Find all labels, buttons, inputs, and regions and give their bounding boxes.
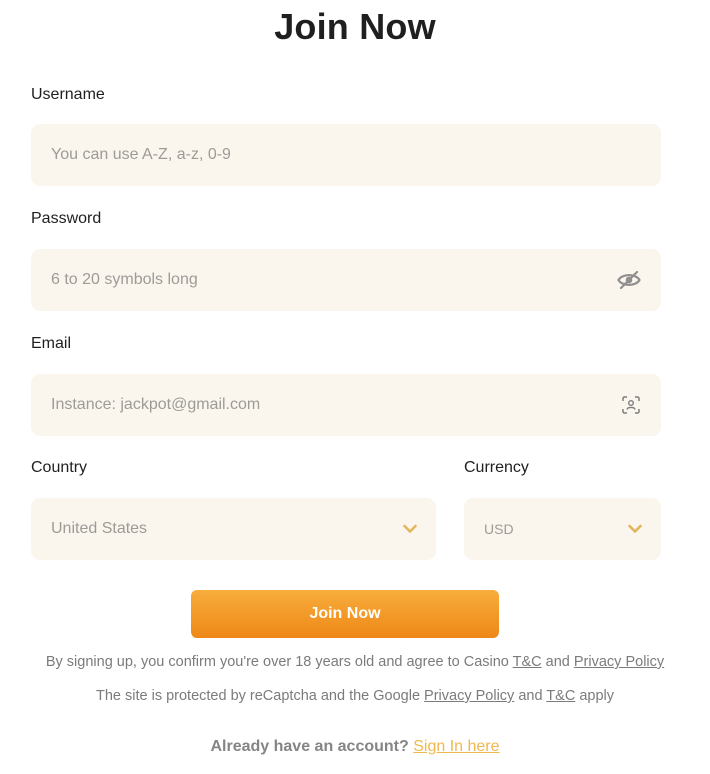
- chevron-down-icon: [628, 524, 642, 534]
- country-select[interactable]: United States: [31, 498, 436, 560]
- password-field-container: [31, 249, 661, 311]
- terms-tc-link[interactable]: T&C: [513, 654, 542, 670]
- recaptcha-text: The site is protected by reCaptcha and t…: [0, 688, 710, 704]
- currency-label: Currency: [464, 459, 529, 476]
- username-label: Username: [31, 86, 105, 103]
- username-field-container: [31, 124, 661, 186]
- email-field-container: [31, 374, 661, 436]
- recaptcha-prefix: The site is protected by reCaptcha and t…: [95, 688, 425, 704]
- eye-slash-icon[interactable]: [617, 270, 641, 290]
- sign-in-link[interactable]: Sign In here: [413, 738, 499, 755]
- recaptcha-tc-link[interactable]: T&C: [546, 688, 575, 704]
- signin-prompt: Already have an account? Sign In here: [0, 738, 710, 756]
- username-input[interactable]: [51, 124, 611, 186]
- email-input[interactable]: [51, 374, 611, 436]
- terms-and: and: [541, 654, 574, 670]
- join-now-button[interactable]: Join Now: [191, 590, 499, 638]
- signin-question: Already have an account?: [210, 738, 409, 755]
- email-label: Email: [31, 335, 72, 352]
- page-title: Join Now: [274, 6, 436, 47]
- currency-select[interactable]: USD: [464, 498, 661, 560]
- terms-prefix: By signing up, you confirm you're over 1…: [45, 654, 513, 670]
- password-label: Password: [31, 210, 102, 227]
- chevron-down-icon: [403, 524, 417, 534]
- recaptcha-privacy-link[interactable]: Privacy Policy: [424, 688, 514, 704]
- recaptcha-suffix: apply: [575, 688, 614, 704]
- terms-privacy-link[interactable]: Privacy Policy: [574, 654, 664, 670]
- password-input[interactable]: [51, 249, 611, 311]
- terms-text: By signing up, you confirm you're over 1…: [0, 654, 710, 670]
- contact-scan-icon[interactable]: [622, 396, 640, 414]
- recaptcha-and: and: [514, 688, 547, 704]
- country-selected-value: United States: [51, 520, 148, 537]
- currency-selected-value: USD: [484, 521, 514, 537]
- country-label: Country: [31, 459, 88, 476]
